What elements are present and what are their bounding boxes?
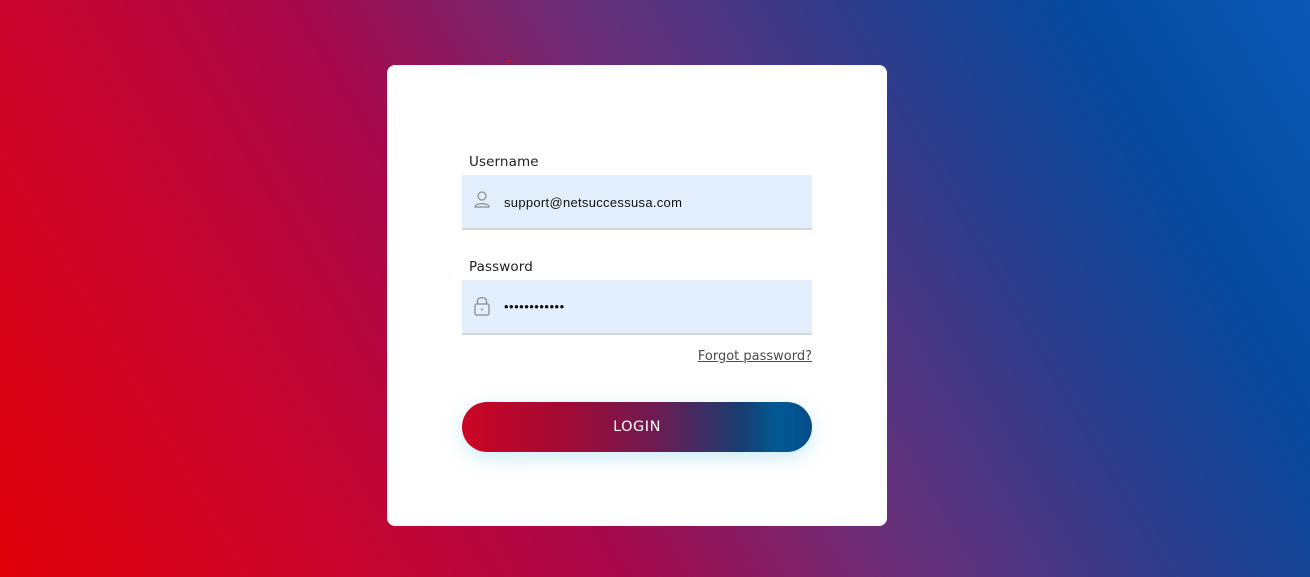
lock-icon (472, 294, 492, 318)
login-card: Username Password Forgot password? LOGIN (387, 65, 887, 526)
decorative-dot (508, 60, 511, 62)
forgot-password-link[interactable]: Forgot password? (698, 349, 812, 364)
password-field[interactable] (462, 280, 812, 335)
username-input[interactable] (504, 191, 794, 213)
username-field[interactable] (462, 175, 812, 230)
username-label: Username (469, 154, 539, 170)
user-icon (472, 189, 492, 213)
password-label: Password (469, 259, 533, 275)
password-input[interactable] (504, 295, 794, 317)
login-button[interactable]: LOGIN (462, 402, 812, 452)
